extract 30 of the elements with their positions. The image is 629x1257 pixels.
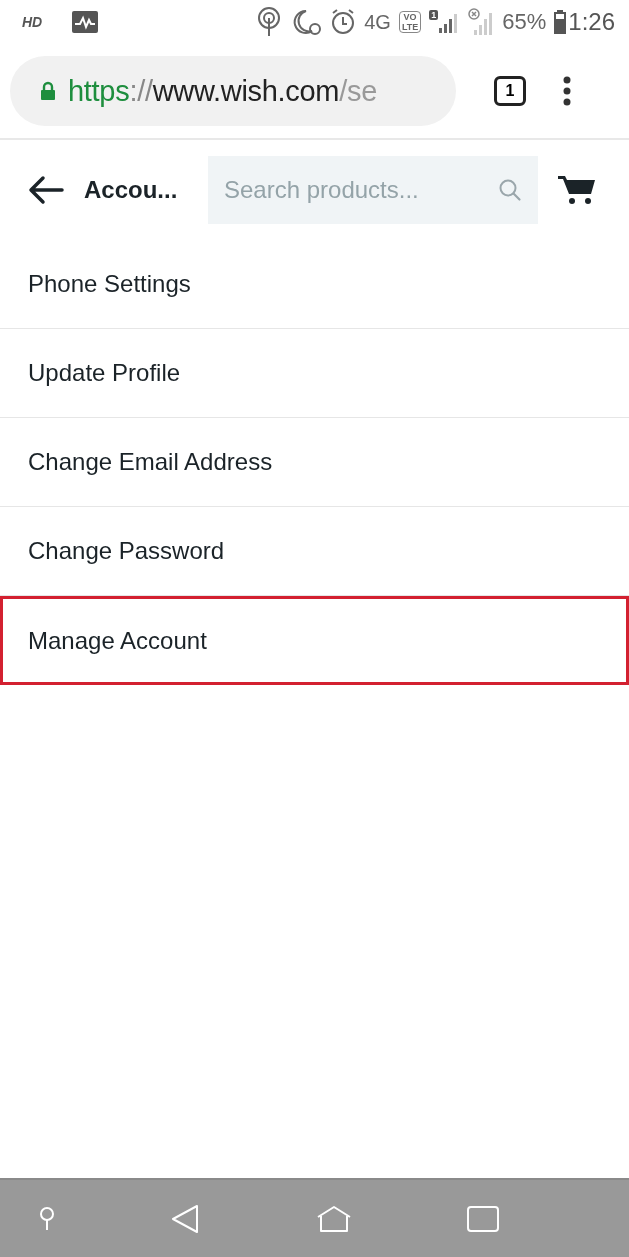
network-type: 4G xyxy=(364,10,391,34)
pin-icon[interactable] xyxy=(38,1205,56,1232)
battery-icon xyxy=(554,10,567,34)
menu-item[interactable]: Update Profile xyxy=(0,329,629,418)
tab-switcher-button[interactable]: 1 xyxy=(494,76,526,106)
no-signal-icon xyxy=(468,8,495,36)
sim-badge: 1 xyxy=(429,10,439,20)
recent-apps-icon[interactable] xyxy=(467,1205,499,1232)
menu-item[interactable]: Change Email Address xyxy=(0,418,629,507)
activity-icon xyxy=(72,11,99,33)
menu-item[interactable]: Manage Account xyxy=(0,596,629,685)
url-text: https://www.wish.com/se xyxy=(68,74,377,108)
search-icon xyxy=(498,178,522,202)
page-title: Accou... xyxy=(84,176,179,204)
battery-percentage: 65% xyxy=(502,9,547,35)
cart-icon[interactable] xyxy=(558,174,596,206)
hd-indicator: HD xyxy=(22,14,43,30)
lock-icon xyxy=(40,81,56,101)
more-options-icon[interactable] xyxy=(562,76,572,106)
home-icon[interactable] xyxy=(316,1204,352,1233)
menu-item[interactable]: Change Password xyxy=(0,507,629,596)
alarm-icon xyxy=(330,8,357,36)
volte-indicator: VO LTE xyxy=(398,11,422,33)
address-bar[interactable]: https://www.wish.com/se xyxy=(10,56,456,126)
menu-item[interactable]: Phone Settings xyxy=(0,240,629,329)
back-arrow-icon[interactable] xyxy=(28,175,64,205)
search-field[interactable]: Search products... xyxy=(208,156,538,224)
clock: 1:26 xyxy=(568,8,615,36)
back-icon[interactable] xyxy=(171,1203,201,1234)
hotspot-icon xyxy=(256,6,283,38)
